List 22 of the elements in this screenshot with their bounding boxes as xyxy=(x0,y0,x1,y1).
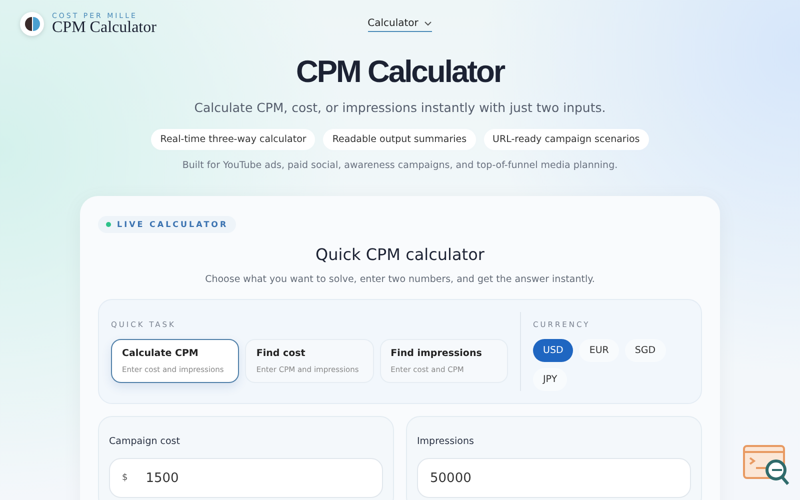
currency-option[interactable]: SGD xyxy=(624,339,666,362)
input-field[interactable]: $ 1500 xyxy=(109,458,383,498)
nav-dropdown[interactable]: Calculator xyxy=(368,16,432,32)
page-subtitle: Calculate CPM, cost, or impressions instantly with just two inputs. xyxy=(193,100,607,115)
code-search-icon[interactable] xyxy=(742,444,792,488)
chevron-down-icon xyxy=(424,21,432,26)
feature-chip: URL-ready campaign scenarios xyxy=(484,129,649,150)
card-title: Quick CPM calculator xyxy=(314,245,486,264)
live-badge: LIVE CALCULATOR xyxy=(98,216,236,233)
card-description: Choose what you want to solve, enter two numbers, and get the answer instantly. xyxy=(204,274,596,285)
feature-chip: Readable output summaries xyxy=(323,129,476,150)
input-field[interactable]: 50000 xyxy=(417,458,691,498)
feature-chip: Real-time three-way calculator xyxy=(151,129,316,150)
brand-name: CPM Calculator xyxy=(52,20,156,36)
currency-option[interactable]: JPY xyxy=(533,368,568,391)
field-label: Campaign cost xyxy=(109,436,180,447)
currency-option[interactable]: EUR xyxy=(579,339,619,362)
currency-option[interactable]: USD xyxy=(533,339,574,362)
logo-icon xyxy=(20,12,44,36)
use-case-note: Built for YouTube ads, paid social, awareness campaigns, and top-of-funnel media planning. xyxy=(181,160,619,171)
field-label: Impressions xyxy=(417,436,474,447)
page-title: CPM Calculator xyxy=(294,54,506,90)
